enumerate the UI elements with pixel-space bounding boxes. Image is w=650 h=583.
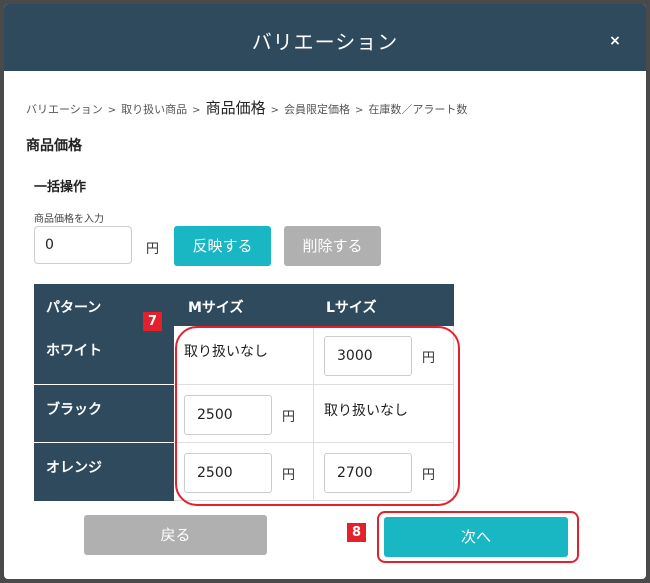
apply-button[interactable]: 反映する [174, 226, 271, 266]
pattern-label-orange: オレンジ [46, 460, 102, 476]
price-input-black-m[interactable]: 2500 [184, 395, 272, 435]
table-row-header: ホワイト [34, 326, 174, 385]
bulk-operation-title: 一括操作 [34, 180, 87, 195]
table-row-header: ブラック [34, 385, 174, 443]
currency-label: 円 [422, 351, 436, 366]
bulk-price-input[interactable]: 0 [34, 226, 132, 264]
cell-white-l: 3000 円 [314, 326, 454, 385]
modal-header: バリエーション × [4, 4, 646, 71]
next-button[interactable]: 次へ [384, 517, 568, 557]
header-l-size: Lサイズ [314, 284, 454, 326]
modal-title: バリエーション [251, 30, 399, 54]
breadcrumb-item-price-current: 商品価格 [205, 99, 266, 117]
currency-label: 円 [282, 468, 296, 483]
back-button[interactable]: 戻る [84, 515, 267, 555]
price-input-label: 商品価格を入力 [34, 214, 104, 225]
not-handled-text: 取り扱いなし [184, 344, 268, 360]
header-m-size-label: Mサイズ [188, 300, 244, 316]
cell-orange-m: 2500 円 [174, 443, 314, 501]
bulk-currency-label: 円 [146, 242, 160, 257]
section-title: 商品価格 [26, 138, 82, 154]
step-badge-7: 7 [143, 312, 162, 331]
price-input-orange-m[interactable]: 2500 [184, 453, 272, 493]
breadcrumb: バリエーション > 取り扱い商品 > 商品価格 > 会員限定価格 > 在庫数／アラート数 [26, 97, 467, 118]
breadcrumb-item-variation[interactable]: バリエーション [26, 103, 103, 116]
cell-white-m: 取り扱いなし [174, 326, 314, 385]
header-l-size-label: Lサイズ [326, 300, 377, 316]
header-pattern-label: パターン [46, 300, 102, 316]
breadcrumb-item-stock[interactable]: 在庫数／アラート数 [368, 103, 467, 116]
currency-label: 円 [422, 468, 436, 483]
price-input-orange-l[interactable]: 2700 [324, 453, 412, 493]
breadcrumb-separator: > [270, 105, 279, 116]
not-handled-text: 取り扱いなし [324, 403, 408, 419]
currency-label: 円 [282, 410, 296, 425]
cell-black-l: 取り扱いなし [314, 385, 454, 443]
price-input-white-l[interactable]: 3000 [324, 336, 412, 376]
table-row-header: オレンジ [34, 443, 174, 501]
cell-orange-l: 2700 円 [314, 443, 454, 501]
pattern-label-white: ホワイト [46, 343, 102, 359]
breadcrumb-separator: > [192, 105, 201, 116]
close-icon: × [609, 33, 621, 49]
pattern-label-black: ブラック [46, 402, 102, 418]
breadcrumb-item-products[interactable]: 取り扱い商品 [121, 103, 187, 116]
cell-black-m: 2500 円 [174, 385, 314, 443]
step-badge-8: 8 [347, 523, 366, 542]
close-button[interactable]: × [604, 30, 626, 52]
breadcrumb-separator: > [354, 105, 364, 116]
header-m-size: Mサイズ [174, 284, 314, 326]
breadcrumb-item-member-price[interactable]: 会員限定価格 [284, 103, 350, 116]
price-table: パターン Mサイズ Lサイズ ホワイト 取り扱いなし 3000 円 ブラック 2… [34, 284, 454, 501]
delete-button[interactable]: 削除する [284, 226, 381, 266]
variation-modal: バリエーション × バリエーション > 取り扱い商品 > 商品価格 > 会員限定価格 > 在庫数… [4, 4, 646, 579]
breadcrumb-separator: > [107, 105, 117, 116]
